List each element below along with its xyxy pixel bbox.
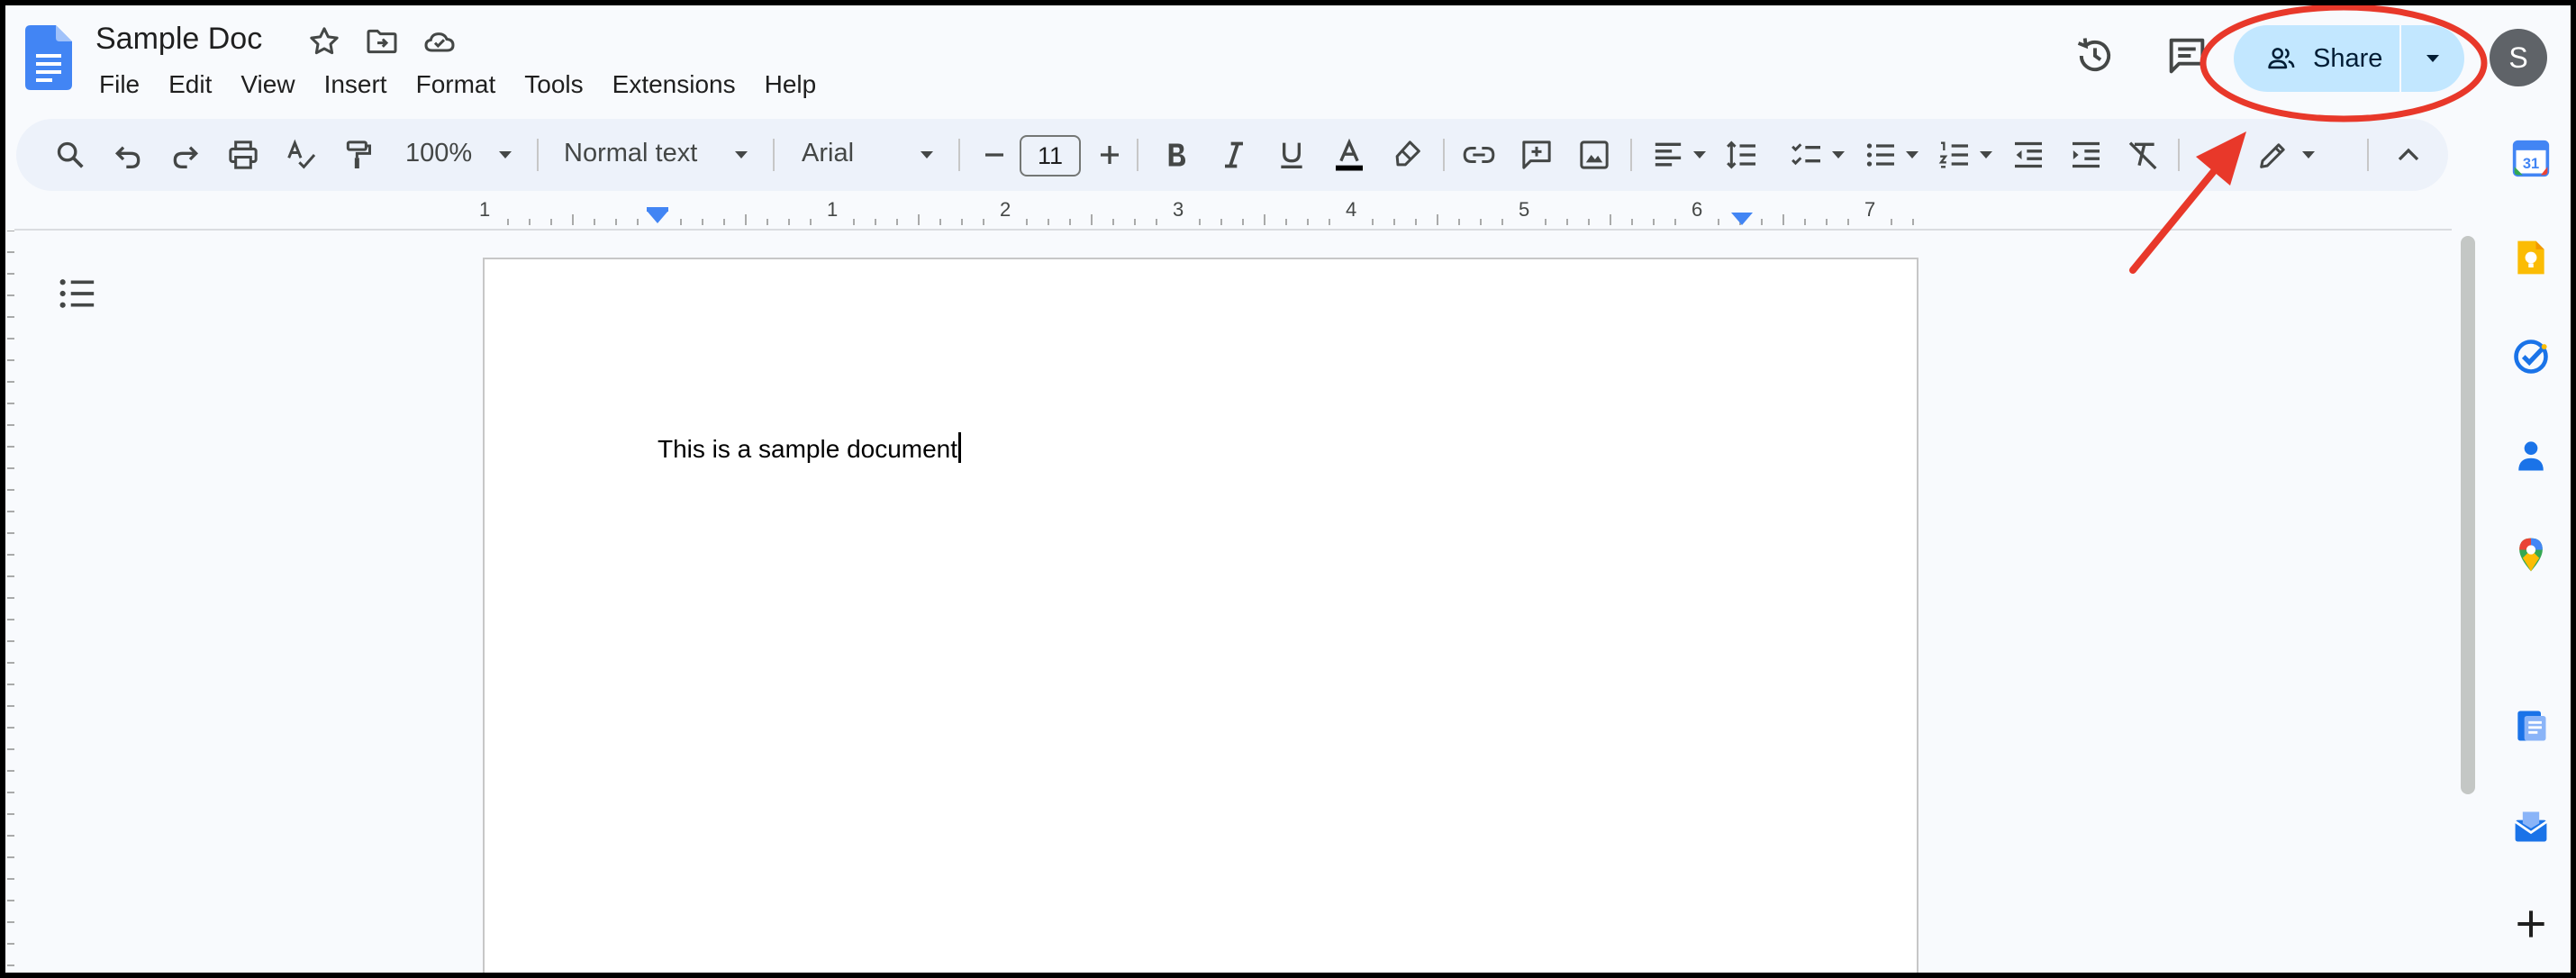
ruler-label-5: 5 [1519,198,1530,221]
toolbar-divider [2367,139,2369,171]
toolbar-divider [958,139,960,171]
keep-icon[interactable] [2511,238,2551,277]
tasks-icon[interactable] [2511,337,2551,376]
version-history-icon[interactable] [2072,32,2118,79]
vertical-ruler[interactable] [5,231,14,973]
ruler-label-left-1: 1 [479,198,491,221]
paint-format-icon[interactable] [340,137,376,173]
account-avatar[interactable]: S [2490,29,2547,86]
people-icon [2268,48,2295,69]
left-indent-marker[interactable] [647,211,668,223]
calendar-icon[interactable]: 31 [2511,139,2551,178]
plus-icon[interactable] [2511,904,2551,944]
ruler-label-3: 3 [1173,198,1184,221]
zoom-caret-icon [499,151,512,158]
share-button[interactable]: Share [2234,25,2399,92]
bulleted-list-icon[interactable] [1863,137,1899,173]
menu-insert[interactable]: Insert [324,70,387,106]
increase-font-size-icon[interactable] [1092,137,1128,173]
insert-image-icon[interactable] [1576,137,1612,173]
share-button-group: Share [2234,25,2464,92]
share-label: Share [2313,43,2383,73]
paragraph-style-select[interactable]: Normal text [564,139,697,168]
toolbar-divider [2178,139,2180,171]
numbered-list-icon[interactable] [1937,137,1973,173]
menu-tools[interactable]: Tools [524,70,583,106]
toolbar-divider [1137,139,1138,171]
move-to-folder-icon[interactable] [364,23,400,59]
insert-link-icon[interactable] [1461,137,1497,173]
contacts-icon[interactable] [2511,436,2551,475]
menu-format[interactable]: Format [416,70,496,106]
numbered-list-caret-icon [1980,151,1992,158]
first-line-indent-marker[interactable] [647,207,668,212]
align-caret-icon [1693,151,1706,158]
editing-mode-icon[interactable] [2255,137,2291,173]
text-cursor [958,432,962,463]
font-family-caret-icon [921,151,933,158]
checklist-caret-icon [1832,151,1845,158]
header: Sample Doc File Edit View Insert Format … [5,5,2571,121]
share-dropdown-button[interactable] [2401,25,2464,92]
document-outline-icon[interactable] [58,276,97,312]
menu-view[interactable]: View [240,70,295,106]
align-left-icon[interactable] [1650,137,1686,173]
line-spacing-icon[interactable] [1724,137,1760,173]
undo-icon[interactable] [110,137,146,173]
italic-icon[interactable] [1216,137,1252,173]
editing-mode-caret-icon [2302,151,2315,158]
comments-icon[interactable] [2163,32,2210,79]
menu-file[interactable]: File [99,70,140,106]
zoom-select[interactable]: 100% [405,139,472,168]
ruler-label-6: 6 [1692,198,1703,221]
calendar-day: 31 [2523,156,2539,172]
decrease-indent-icon[interactable] [2010,137,2046,173]
menu-edit[interactable]: Edit [168,70,212,106]
toolbar-divider [1443,139,1445,171]
docs-addon-icon[interactable] [2511,706,2551,746]
scrollbar-thumb[interactable] [2461,236,2475,794]
font-family-select[interactable]: Arial [802,139,854,168]
highlight-color-icon[interactable] [1389,137,1425,173]
checklist-icon[interactable] [1789,137,1825,173]
menu-help[interactable]: Help [765,70,817,106]
mail-addon-icon[interactable] [2511,807,2551,847]
ruler-label-4: 4 [1346,198,1357,221]
formatting-toolbar: 100% Normal text Arial 11 [16,119,2448,191]
document-title[interactable]: Sample Doc [95,22,262,57]
maps-icon[interactable] [2511,535,2551,575]
toolbar-divider [1630,139,1632,171]
toolbar-divider [537,139,539,171]
ruler-label-1: 1 [827,198,839,221]
docs-logo-icon[interactable] [25,25,72,90]
right-indent-marker[interactable] [1731,213,1753,225]
redo-icon[interactable] [168,137,204,173]
ruler-label-7: 7 [1864,198,1876,221]
ruler-label-2: 2 [1000,198,1011,221]
decrease-font-size-icon[interactable] [976,137,1012,173]
google-docs-window: Sample Doc File Edit View Insert Format … [5,5,2571,973]
bold-icon[interactable] [1158,137,1194,173]
paragraph-style-caret-icon [735,151,748,158]
print-icon[interactable] [225,137,261,173]
bulleted-list-caret-icon [1906,151,1918,158]
star-icon[interactable] [306,23,342,59]
toolbar-divider [773,139,775,171]
cloud-saved-icon[interactable] [422,23,458,59]
hide-menus-chevron-up-icon[interactable] [2390,137,2426,173]
caret-down-icon [2426,55,2439,62]
font-size-input[interactable]: 11 [1020,135,1081,177]
text-color-icon[interactable] [1331,137,1367,173]
menu-bar: File Edit View Insert Format Tools Exten… [99,70,845,106]
search-menus-icon[interactable] [52,137,88,173]
menu-extensions[interactable]: Extensions [612,70,736,106]
add-comment-icon[interactable] [1519,137,1555,173]
document-body-text: This is a sample document [658,435,958,463]
document-body-line[interactable]: This is a sample document [658,432,962,464]
spellcheck-icon[interactable] [283,137,319,173]
document-page[interactable]: This is a sample document [483,258,1918,973]
underline-icon[interactable] [1274,137,1310,173]
clear-formatting-icon[interactable] [2126,137,2162,173]
increase-indent-icon[interactable] [2068,137,2104,173]
